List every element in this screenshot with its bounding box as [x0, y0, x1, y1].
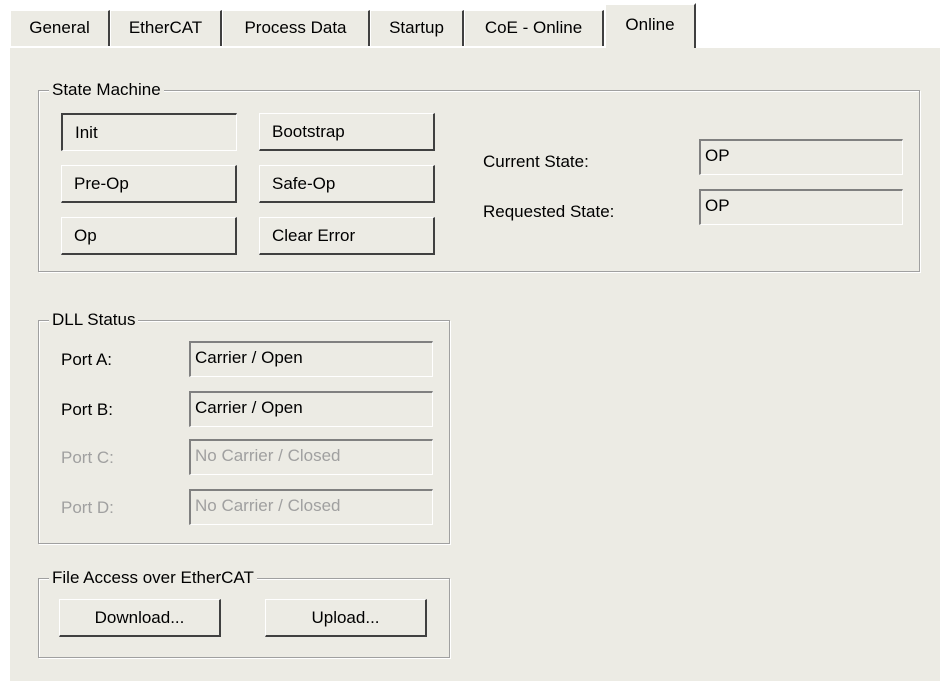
tab-coe-online[interactable]: CoE - Online — [464, 10, 604, 46]
current-state-label: Current State: — [483, 152, 589, 171]
port-a-field: Carrier / Open — [189, 341, 433, 377]
port-b-label: Port B: — [61, 400, 113, 419]
tab-label: Online — [625, 15, 675, 34]
tab-label: Process Data — [244, 18, 347, 37]
init-button[interactable]: Init — [61, 113, 237, 151]
tab-ethercat[interactable]: EtherCAT — [110, 10, 222, 46]
op-button[interactable]: Op — [61, 217, 237, 255]
port-c-field: No Carrier / Closed — [189, 439, 433, 475]
port-b-field: Carrier / Open — [189, 391, 433, 427]
dll-status-group: DLL Status Port A: Carrier / Open Port B… — [38, 309, 450, 544]
file-access-group: File Access over EtherCAT Download... Up… — [38, 567, 450, 658]
preop-button[interactable]: Pre-Op — [61, 165, 237, 203]
requested-state-field: OP — [699, 189, 903, 225]
bootstrap-button[interactable]: Bootstrap — [259, 113, 435, 151]
requested-state-label: Requested State: — [483, 202, 615, 221]
port-a-label: Port A: — [61, 350, 113, 369]
tab-process-data[interactable]: Process Data — [222, 10, 370, 46]
clear-error-button[interactable]: Clear Error — [259, 217, 435, 255]
current-state-field: OP — [699, 139, 903, 175]
tab-label: Startup — [389, 18, 444, 37]
tab-online[interactable]: Online — [604, 3, 696, 48]
online-panel: State Machine Init Bootstrap Pre-Op Safe… — [8, 46, 940, 681]
file-access-title: File Access over EtherCAT — [49, 567, 257, 589]
tab-label: General — [29, 18, 90, 37]
tab-startup[interactable]: Startup — [370, 10, 464, 46]
download-button[interactable]: Download... — [59, 599, 221, 637]
tab-general[interactable]: General — [10, 10, 110, 46]
port-d-field: No Carrier / Closed — [189, 489, 433, 525]
upload-button[interactable]: Upload... — [265, 599, 427, 637]
tab-label: CoE - Online — [484, 18, 583, 37]
dll-status-title: DLL Status — [49, 309, 139, 331]
port-c-label: Port C: — [61, 448, 114, 467]
state-machine-group: State Machine Init Bootstrap Pre-Op Safe… — [38, 79, 920, 272]
tab-strip: General EtherCAT Process Data Startup Co… — [0, 0, 940, 48]
state-machine-title: State Machine — [49, 79, 164, 101]
port-d-label: Port D: — [61, 498, 114, 517]
safeop-button[interactable]: Safe-Op — [259, 165, 435, 203]
tab-label: EtherCAT — [128, 18, 203, 37]
